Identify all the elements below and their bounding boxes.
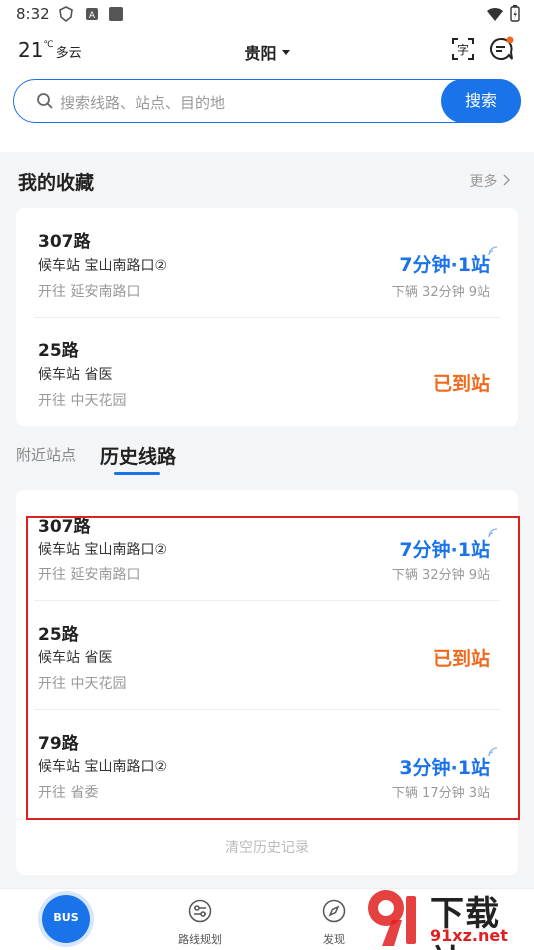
favorite-item[interactable]: 25路 候车站 省医 开往 中天花园 已到站 [16, 317, 518, 426]
nav-label: 路线规划 [178, 933, 222, 946]
stop-name: 候车站 宝山南路口② [38, 258, 168, 274]
scan-text-icon[interactable]: 字 [450, 36, 476, 62]
caret-down-icon [281, 50, 290, 55]
nav-route-plan[interactable]: 路线规划 [150, 889, 250, 950]
route-name: 307路 [38, 232, 91, 252]
bus-icon: BUS [53, 911, 79, 924]
history-item[interactable]: 25路 候车站 省医 开往 中天花园 已到站 [16, 600, 518, 709]
city-name: 贵阳 [244, 44, 277, 63]
search-icon [37, 93, 53, 109]
eta: 已到站 [432, 648, 490, 670]
tab-nearby-stops[interactable]: 附近站点 [16, 444, 76, 465]
direction: 开往 延安南路口 [38, 567, 141, 583]
chevron-right-icon [503, 174, 511, 186]
route-name: 25路 [38, 625, 79, 645]
route-name: 307路 [38, 517, 91, 537]
search-bar[interactable]: 搜索线路、站点、目的地 搜索 [13, 79, 521, 123]
eta: 已到站 [432, 373, 490, 395]
more-link[interactable]: 更多 [469, 171, 511, 191]
route-plan-icon [188, 899, 212, 923]
tab-bar: 附近站点 历史线路 [0, 432, 534, 482]
search-button[interactable]: 搜索 [441, 79, 521, 123]
stop-name: 候车站 宝山南路口② [38, 542, 168, 558]
tab-history-routes[interactable]: 历史线路 [100, 442, 176, 469]
nav-bus-button[interactable]: BUS [42, 895, 90, 943]
battery-icon [510, 5, 520, 22]
direction: 开往 中天花园 [38, 676, 127, 692]
next-bus: 下辆 17分钟 3站 [391, 786, 490, 801]
watermark: 下载站 91xz.net [362, 884, 532, 950]
shield-icon [59, 6, 73, 22]
eta: 7分钟·1站 [399, 254, 490, 276]
message-icon[interactable] [488, 36, 514, 62]
more-label: 更多 [469, 174, 498, 190]
history-item[interactable]: 79路 候车站 宝山南路口② 开往 省委 3分钟·1站 下辆 17分钟 3站 [16, 709, 518, 819]
watermark-url: 91xz.net [430, 926, 508, 945]
direction: 开往 省委 [38, 785, 99, 801]
status-bar: 8:32 A [0, 0, 534, 28]
stop-name: 候车站 省医 [38, 650, 113, 666]
direction: 开往 中天花园 [38, 393, 127, 409]
favorites-title: 我的收藏 [18, 172, 95, 194]
route-name: 79路 [38, 734, 79, 754]
eta: 3分钟·1站 [399, 757, 490, 779]
app-square-icon [109, 7, 123, 21]
history-item[interactable]: 307路 候车站 宝山南路口② 开往 延安南路口 7分钟·1站 下辆 32分钟 … [16, 490, 518, 600]
favorite-item[interactable]: 307路 候车站 宝山南路口② 开往 延安南路口 7分钟·1站 下辆 32分钟 … [16, 208, 518, 317]
next-bus: 下辆 32分钟 9站 [391, 285, 490, 300]
status-time: 8:32 [16, 5, 50, 23]
history-card: 307路 候车站 宝山南路口② 开往 延安南路口 7分钟·1站 下辆 32分钟 … [16, 490, 518, 875]
favorites-card: 307路 候车站 宝山南路口② 开往 延安南路口 7分钟·1站 下辆 32分钟 … [16, 208, 518, 426]
watermark-logo-icon [368, 890, 416, 946]
clear-history-button[interactable]: 清空历史记录 [16, 819, 518, 875]
app-a-icon: A [86, 8, 98, 21]
next-bus: 下辆 32分钟 9站 [391, 568, 490, 583]
compass-icon [322, 899, 346, 923]
svg-text:A: A [89, 11, 96, 21]
search-input[interactable]: 搜索线路、站点、目的地 [60, 92, 225, 113]
stop-name: 候车站 宝山南路口② [38, 759, 168, 775]
header: 21℃多云 贵阳 字 搜索线路、站点、目的地 搜索 [0, 28, 534, 152]
tab-indicator [114, 472, 160, 475]
route-name: 25路 [38, 341, 79, 361]
stop-name: 候车站 省医 [38, 367, 113, 383]
wifi-icon [487, 7, 503, 21]
direction: 开往 延安南路口 [38, 284, 141, 300]
eta: 7分钟·1站 [399, 539, 490, 561]
svg-text:字: 字 [457, 42, 469, 57]
